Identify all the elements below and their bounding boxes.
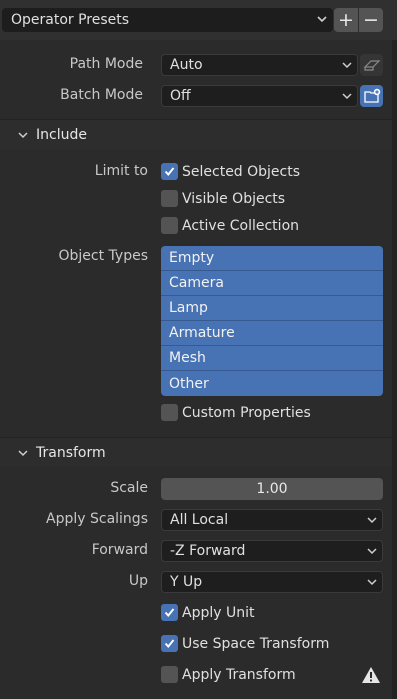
checkmark-icon xyxy=(164,639,175,648)
use-space-transform-checkbox[interactable]: Use Space Transform xyxy=(161,635,329,652)
active-collection-label: Active Collection xyxy=(182,217,300,234)
operator-presets-label: Operator Presets xyxy=(11,12,130,28)
checkbox-box xyxy=(161,604,178,621)
remove-preset-button[interactable]: − xyxy=(359,8,383,32)
object-type-mesh[interactable]: Mesh xyxy=(161,346,383,371)
selected-objects-label: Selected Objects xyxy=(182,163,301,180)
custom-properties-checkbox[interactable]: Custom Properties xyxy=(161,404,311,421)
apply-scalings-dropdown[interactable]: All Local xyxy=(161,509,383,531)
new-folder-icon[interactable] xyxy=(360,85,383,107)
export-mode-section: Path Mode Auto Batch Mode Off xyxy=(0,40,392,119)
add-preset-label: + xyxy=(338,8,354,31)
chevron-down-icon xyxy=(342,93,352,100)
forward-dropdown[interactable]: -Z Forward xyxy=(161,540,383,562)
batch-mode-dropdown[interactable]: Off xyxy=(161,85,358,107)
checkmark-icon xyxy=(164,608,175,617)
checkbox-box xyxy=(161,635,178,652)
chevron-down-icon xyxy=(367,579,377,586)
visible-objects-checkbox[interactable]: Visible Objects xyxy=(161,190,285,207)
path-mode-dropdown[interactable]: Auto xyxy=(161,54,358,76)
limit-to-label: Limit to xyxy=(94,163,148,179)
panel-edge xyxy=(392,40,397,699)
checkbox-box xyxy=(161,190,178,207)
forward-label: Forward xyxy=(91,542,148,558)
apply-unit-label: Apply Unit xyxy=(182,604,255,621)
visible-objects-label: Visible Objects xyxy=(182,190,286,207)
object-types-label: Object Types xyxy=(58,248,149,264)
remove-preset-label: − xyxy=(363,8,379,31)
use-space-transform-label: Use Space Transform xyxy=(182,635,330,652)
object-type-armature[interactable]: Armature xyxy=(161,321,383,346)
object-type-camera[interactable]: Camera xyxy=(161,271,383,296)
add-preset-button[interactable]: + xyxy=(334,8,358,32)
checkbox-box xyxy=(161,404,178,421)
apply-scalings-label: Apply Scalings xyxy=(46,511,148,527)
checkmark-icon xyxy=(164,167,175,176)
apply-transform-checkbox[interactable]: Apply Transform xyxy=(161,666,296,683)
operator-presets-bar: Operator Presets + − xyxy=(0,0,397,40)
chevron-down-icon xyxy=(317,16,327,23)
checkbox-box xyxy=(161,217,178,234)
up-value: Y Up xyxy=(170,574,203,590)
apply-unit-checkbox[interactable]: Apply Unit xyxy=(161,604,254,621)
checkbox-box xyxy=(161,666,178,683)
active-collection-checkbox[interactable]: Active Collection xyxy=(161,217,299,234)
operator-presets-select[interactable]: Operator Presets xyxy=(2,8,333,32)
warning-icon xyxy=(362,667,380,683)
selected-objects-checkbox[interactable]: Selected Objects xyxy=(161,163,300,180)
apply-scalings-value: All Local xyxy=(170,512,229,528)
chevron-down-icon xyxy=(18,450,28,457)
batch-mode-label: Batch Mode xyxy=(60,87,143,103)
scale-value: 1.00 xyxy=(256,481,288,497)
object-type-empty[interactable]: Empty xyxy=(161,246,383,271)
apply-transform-label: Apply Transform xyxy=(182,666,296,683)
custom-properties-label: Custom Properties xyxy=(182,404,311,421)
transform-section-title: Transform xyxy=(36,444,106,461)
chevron-down-icon xyxy=(367,517,377,524)
chevron-down-icon xyxy=(18,132,28,139)
path-mode-label: Path Mode xyxy=(69,56,143,72)
chevron-down-icon xyxy=(342,62,352,69)
transform-section-header[interactable]: Transform xyxy=(0,437,392,467)
object-types-list: Empty Camera Lamp Armature Mesh Other xyxy=(161,246,383,396)
up-label: Up xyxy=(128,573,148,589)
include-section-title: Include xyxy=(36,126,87,143)
object-type-other[interactable]: Other xyxy=(161,371,383,396)
include-section-header[interactable]: Include xyxy=(0,119,392,149)
checkbox-box xyxy=(161,163,178,180)
path-mode-value: Auto xyxy=(170,57,203,73)
eraser-icon[interactable] xyxy=(360,54,383,76)
chevron-down-icon xyxy=(367,548,377,555)
up-dropdown[interactable]: Y Up xyxy=(161,571,383,593)
forward-value: -Z Forward xyxy=(170,543,246,559)
batch-mode-value: Off xyxy=(170,88,191,104)
scale-field[interactable]: 1.00 xyxy=(161,478,383,500)
object-type-lamp[interactable]: Lamp xyxy=(161,296,383,321)
scale-label: Scale xyxy=(110,480,148,496)
